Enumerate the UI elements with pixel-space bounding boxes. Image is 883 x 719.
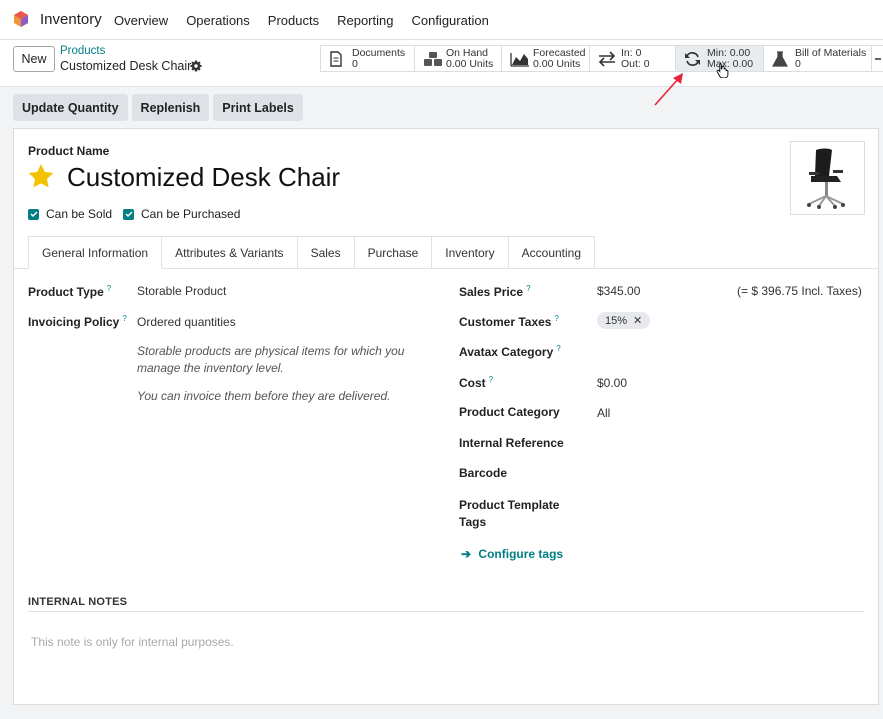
on-hand-smart-button[interactable]: On Hand 0.00 Units xyxy=(415,46,502,71)
product-image[interactable] xyxy=(790,141,865,215)
barcode-label: Barcode xyxy=(459,466,508,480)
star-icon[interactable] xyxy=(27,163,55,189)
sales-price-field[interactable]: $345.00 xyxy=(597,284,640,298)
arrow-right-icon: ➔ xyxy=(461,547,472,561)
internal-notes-heading: INTERNAL NOTES xyxy=(28,596,128,608)
office-chair-image xyxy=(807,148,845,209)
can-be-purchased-checkbox[interactable]: Can be Purchased xyxy=(123,207,240,221)
tab-purchase[interactable]: Purchase xyxy=(354,236,433,269)
product-type-select[interactable]: Storable Product xyxy=(137,284,226,298)
tab-accounting[interactable]: Accounting xyxy=(508,236,596,269)
internal-notes-field[interactable]: This note is only for internal purposes. xyxy=(31,635,234,649)
checkbox-checked-icon[interactable] xyxy=(123,208,134,220)
bom-count: 0 xyxy=(795,58,801,70)
sales-price-label: Sales Price? xyxy=(459,284,531,299)
menu-reporting[interactable]: Reporting xyxy=(337,13,393,28)
control-panel: New Products Customized Desk Chair Docum… xyxy=(0,40,883,87)
bom-label: Bill of Materials xyxy=(795,47,867,59)
close-icon[interactable]: ✕ xyxy=(633,314,642,327)
customer-taxes-label: Customer Taxes? xyxy=(459,314,559,329)
documents-count: 0 xyxy=(352,58,358,70)
print-labels-button[interactable]: Print Labels xyxy=(213,94,303,121)
avatax-category-label: Avatax Category? xyxy=(459,344,561,359)
documents-smart-button[interactable]: Documents 0 xyxy=(321,46,415,71)
internal-notes-divider xyxy=(28,611,864,612)
annotation-arrow xyxy=(654,73,683,106)
can-be-sold-checkbox[interactable]: Can be Sold xyxy=(28,207,112,221)
menu-products[interactable]: Products xyxy=(268,13,319,28)
new-button[interactable]: New xyxy=(13,46,55,72)
tab-inventory[interactable]: Inventory xyxy=(432,236,509,269)
invoicing-help-text: You can invoice them before they are del… xyxy=(137,389,391,403)
inventory-app-icon[interactable] xyxy=(12,10,30,28)
configure-tags-link[interactable]: ➔ Configure tags xyxy=(461,547,563,561)
product-name-field[interactable]: Customized Desk Chair xyxy=(67,162,340,193)
tab-sales[interactable]: Sales xyxy=(297,236,355,269)
refresh-icon xyxy=(685,52,700,66)
product-name-label: Product Name xyxy=(28,144,110,158)
can-be-purchased-label: Can be Purchased xyxy=(141,207,241,221)
help-tooltip-icon[interactable]: ? xyxy=(489,375,493,384)
menu-operations[interactable]: Operations xyxy=(186,13,250,28)
checkbox-checked-icon[interactable] xyxy=(28,208,39,220)
exchange-icon xyxy=(598,51,616,67)
bill-of-materials-smart-button[interactable]: Bill of Materials 0 xyxy=(764,46,872,71)
flask-icon xyxy=(772,51,788,67)
tax-tag[interactable]: 15% ✕ xyxy=(597,312,651,329)
invoicing-policy-select[interactable]: Ordered quantities xyxy=(137,315,236,329)
forecasted-value: 0.00 Units xyxy=(533,58,581,70)
in-out-smart-button[interactable]: In: 0 Out: 0 xyxy=(590,46,676,71)
replenish-button[interactable]: Replenish xyxy=(131,94,210,121)
top-navbar: Inventory Overview Operations Products R… xyxy=(0,0,883,40)
help-tooltip-icon[interactable]: ? xyxy=(107,284,111,293)
help-tooltip-icon[interactable]: ? xyxy=(526,284,530,293)
product-form-sheet: Product Name Customized Desk Chair Can b… xyxy=(13,128,879,705)
out-count: Out: 0 xyxy=(621,58,650,70)
help-tooltip-icon[interactable]: ? xyxy=(122,314,126,323)
product-category-label: Product Category xyxy=(459,405,560,419)
product-type-help-text: Storable products are physical items for… xyxy=(137,344,405,375)
internal-reference-label: Internal Reference xyxy=(459,436,564,450)
update-quantity-button[interactable]: Update Quantity xyxy=(13,94,128,121)
breadcrumb-current: Customized Desk Chair xyxy=(60,59,192,73)
product-template-tags-label: Product Template Tags xyxy=(459,498,560,529)
forecasted-smart-button[interactable]: Forecasted 0.00 Units xyxy=(502,46,590,71)
chevron-more-icon xyxy=(875,58,881,60)
more-smart-buttons[interactable] xyxy=(872,46,883,71)
notebook-tabs: General Information Attributes & Variant… xyxy=(28,236,596,269)
incl-taxes-value: (= $ 396.75 Incl. Taxes) xyxy=(737,284,862,298)
help-tooltip-icon[interactable]: ? xyxy=(556,344,560,353)
breadcrumb-products[interactable]: Products xyxy=(60,45,105,57)
documents-label: Documents xyxy=(352,47,406,59)
cubes-icon xyxy=(424,52,442,66)
menu-overview[interactable]: Overview xyxy=(114,13,168,28)
cost-label: Cost? xyxy=(459,375,494,390)
menu-configuration[interactable]: Configuration xyxy=(411,13,488,28)
document-icon xyxy=(330,51,342,67)
cost-field[interactable]: $0.00 xyxy=(597,376,627,390)
smart-buttons: Documents 0 On Hand 0.00 Units Forecaste… xyxy=(320,45,883,72)
hand-cursor-icon xyxy=(716,63,729,78)
invoicing-policy-label: Invoicing Policy? xyxy=(28,314,127,329)
on-hand-value: 0.00 Units xyxy=(446,58,494,70)
area-chart-icon xyxy=(510,53,529,67)
tax-tag-label: 15% xyxy=(605,314,628,327)
product-category-field[interactable]: All xyxy=(597,406,610,420)
main-menu: Overview Operations Products Reporting C… xyxy=(114,13,507,28)
help-tooltip-icon[interactable]: ? xyxy=(554,314,558,323)
tab-general-information[interactable]: General Information xyxy=(28,236,163,269)
gear-icon[interactable] xyxy=(190,60,202,72)
product-type-label: Product Type? xyxy=(28,284,112,299)
action-buttons: Update Quantity Replenish Print Labels xyxy=(13,94,303,121)
app-name[interactable]: Inventory xyxy=(40,11,102,28)
can-be-sold-label: Can be Sold xyxy=(46,207,113,221)
tab-attributes-variants[interactable]: Attributes & Variants xyxy=(162,236,298,269)
